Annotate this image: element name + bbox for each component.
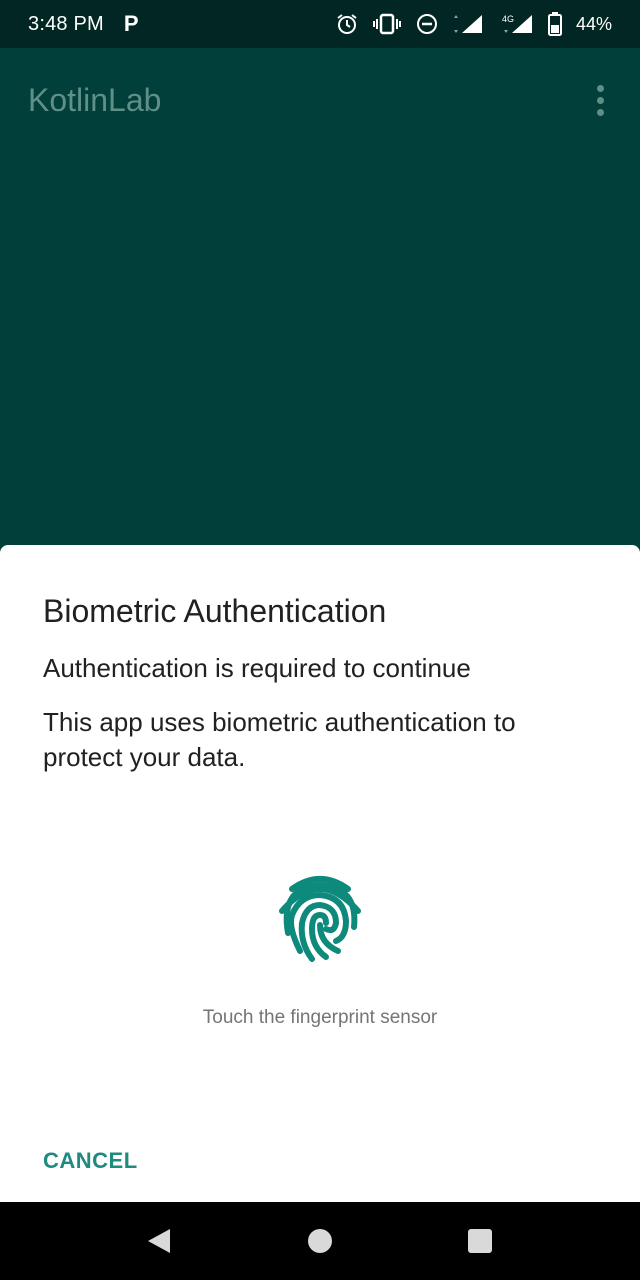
fingerprint-hint: Touch the fingerprint sensor <box>202 1007 438 1028</box>
notification-p-icon: P <box>123 11 139 36</box>
navigation-bar <box>0 1202 640 1280</box>
wifi-signal-icon <box>453 15 482 33</box>
vibrate-icon <box>372 13 401 35</box>
status-bar: 3:48 PM P 4G 44% <box>0 0 640 48</box>
back-icon[interactable] <box>144 1226 174 1256</box>
biometric-dialog: Biometric Authentication Authentication … <box>0 545 640 1202</box>
status-time: 3:48 PM <box>28 12 104 35</box>
do-not-disturb-icon <box>416 14 437 34</box>
app-bar: KotlinLab <box>0 48 640 152</box>
battery-percentage: 44% <box>575 13 612 34</box>
content-area <box>0 152 640 545</box>
app-title: KotlinLab <box>28 81 162 118</box>
cell-signal-icon: 4G <box>502 14 532 33</box>
dialog-subtitle: Authentication is required to continue <box>43 653 471 683</box>
dialog-title: Biometric Authentication <box>43 593 387 629</box>
home-icon[interactable] <box>305 1226 335 1256</box>
battery-icon <box>547 12 562 36</box>
fingerprint-icon <box>279 876 361 962</box>
alarm-icon <box>337 14 357 34</box>
cancel-button[interactable]: CANCEL <box>26 1139 155 1183</box>
recents-icon[interactable] <box>465 1226 495 1256</box>
network-type: 4G <box>502 14 514 24</box>
status-icons: 4G 44% <box>336 12 612 36</box>
dialog-description: This app uses biometric authentication t… <box>43 707 516 772</box>
more-vert-icon[interactable] <box>588 80 612 120</box>
